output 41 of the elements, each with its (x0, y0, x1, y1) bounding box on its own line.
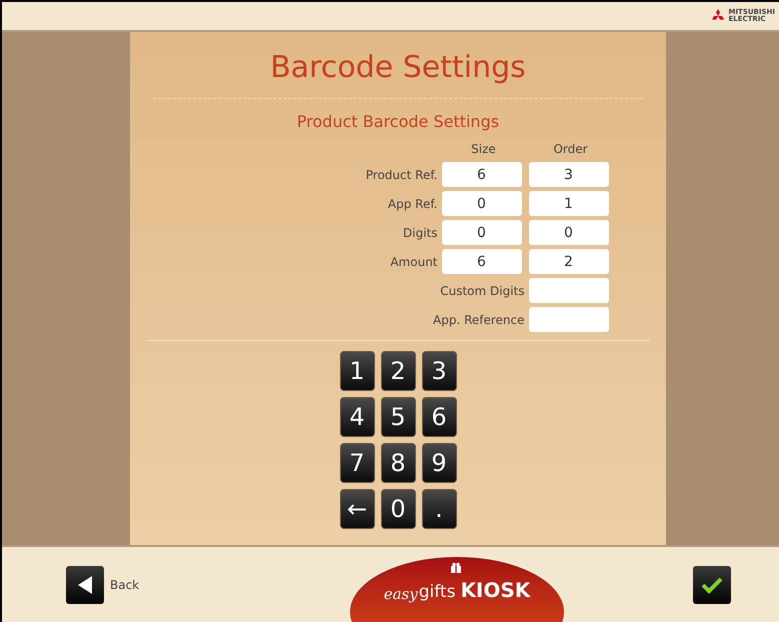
logo-script-text: easy (384, 584, 418, 604)
keypad-key[interactable]: . (422, 489, 456, 529)
field-label: App. Reference (432, 312, 524, 328)
keypad-key[interactable]: 8 (380, 443, 416, 483)
page-title: Barcode Settings (270, 49, 526, 87)
keypad-key[interactable]: 4 (340, 397, 374, 437)
number-field[interactable]: 2 (528, 249, 608, 274)
field-label: Amount (389, 254, 438, 270)
gift-icon (450, 562, 462, 574)
logo-text: gifts (418, 580, 456, 604)
keypad-key[interactable]: 2 (380, 351, 416, 391)
keypad-key[interactable]: 6 (422, 397, 456, 437)
keypad-key[interactable]: 9 (422, 443, 456, 483)
column-header: Order (552, 141, 589, 158)
section-title: Product Barcode Settings (296, 111, 500, 133)
keypad-key[interactable]: 1 (340, 351, 374, 391)
number-field[interactable]: 6 (442, 249, 522, 274)
keypad-key[interactable]: 7 (340, 443, 374, 483)
back-label: Back (110, 576, 140, 594)
number-field[interactable]: 6 (442, 162, 522, 187)
field-label: Custom Digits (439, 282, 524, 300)
logo-name: KIOSK (460, 577, 530, 604)
number-field[interactable]: 3 (528, 162, 608, 187)
column-header: Size (470, 141, 497, 158)
number-field[interactable]: 0 (442, 191, 522, 216)
back-button[interactable] (66, 566, 104, 604)
number-field[interactable] (528, 307, 608, 332)
field-label: Product Ref. (364, 166, 438, 184)
number-field[interactable]: 0 (442, 220, 522, 245)
keypad-key[interactable]: 3 (422, 351, 456, 391)
field-label: Digits (402, 224, 438, 242)
check-icon (700, 574, 724, 594)
keypad-key[interactable]: 5 (380, 397, 416, 437)
number-field[interactable]: 0 (528, 220, 608, 245)
keypad-key[interactable]: 0 (380, 489, 416, 529)
number-field[interactable] (528, 278, 608, 303)
number-field[interactable]: 1 (528, 191, 608, 216)
field-label: App Ref. (386, 196, 438, 212)
left-triangle-icon (78, 576, 92, 594)
confirm-button[interactable] (693, 566, 731, 604)
keypad-key[interactable]: ← (340, 489, 374, 529)
